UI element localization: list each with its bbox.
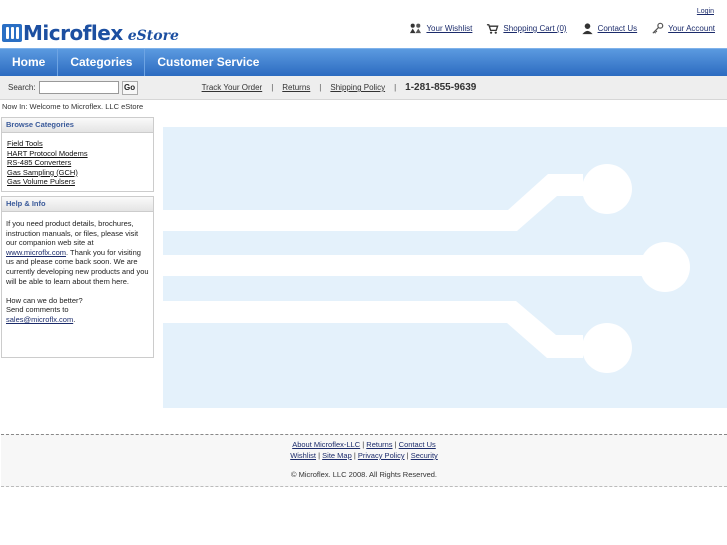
browse-categories-box: Browse Categories Field Tools HART Proto… xyxy=(1,117,154,192)
your-account-link[interactable]: Your Account xyxy=(651,22,715,35)
sales-email-link[interactable]: sales@microflx.com xyxy=(6,315,73,324)
footer-privacy-link[interactable]: Privacy Policy xyxy=(358,451,405,460)
category-link-gas-sampling[interactable]: Gas Sampling (GCH) xyxy=(7,168,78,177)
separator: | xyxy=(319,83,322,92)
category-link-rs485[interactable]: RS-485 Converters xyxy=(7,158,71,167)
shipping-policy-link[interactable]: Shipping Policy xyxy=(330,83,385,92)
browse-categories-title: Browse Categories xyxy=(2,118,153,133)
circuit-pad-bottom xyxy=(582,323,632,373)
nav-customer-service[interactable]: Customer Service xyxy=(145,49,271,77)
footer-contact-link[interactable]: Contact Us xyxy=(399,440,436,449)
list-item: Gas Sampling (GCH) xyxy=(7,168,148,178)
copyright: © Microflex. LLC 2008. All Rights Reserv… xyxy=(290,470,437,479)
login-link[interactable]: Login xyxy=(697,8,714,15)
circuit-trace-top xyxy=(163,174,583,231)
wishlist-link[interactable]: Your Wishlist xyxy=(409,22,472,35)
feedback-paragraph: How can we do better? Send comments to s… xyxy=(6,296,149,325)
account-links: Your Wishlist Shopping Cart (0) Contact … xyxy=(409,22,715,35)
footer-security-link[interactable]: Security xyxy=(411,451,438,460)
footer-about-link[interactable]: About Microflex-LLC xyxy=(292,440,360,449)
user-icon xyxy=(581,23,593,35)
footer-wishlist-link[interactable]: Wishlist xyxy=(290,451,316,460)
search-bar: Search: Go Track Your Order | Returns | … xyxy=(0,76,727,100)
nav-categories[interactable]: Categories xyxy=(58,49,146,77)
separator: | xyxy=(271,83,274,92)
search-go-button[interactable]: Go xyxy=(121,80,138,95)
footer-returns-link[interactable]: Returns xyxy=(366,440,392,449)
circuit-trace-graphic xyxy=(163,164,690,373)
help-info-title: Help & Info xyxy=(2,197,153,212)
category-link-gas-pulsers[interactable]: Gas Volume Pulsers xyxy=(7,177,75,186)
quick-links: Track Your Order | Returns | Shipping Po… xyxy=(202,82,477,93)
category-link-field-tools[interactable]: Field Tools xyxy=(7,139,43,148)
cart-icon xyxy=(487,24,499,34)
feedback-prompt: Send comments to xyxy=(6,305,69,315)
companion-site-link[interactable]: www.microflx.com xyxy=(6,248,66,257)
key-icon xyxy=(652,22,664,34)
logo-mark-icon xyxy=(2,24,22,42)
footer-sitemap-link[interactable]: Site Map xyxy=(322,451,352,460)
shopping-cart-link[interactable]: Shopping Cart (0) xyxy=(486,22,567,35)
help-text-intro: If you need product details, brochures, … xyxy=(6,219,139,248)
contact-us-label[interactable]: Contact Us xyxy=(598,24,638,33)
list-item: RS-485 Converters xyxy=(7,158,148,168)
logo-subtitle: eStore xyxy=(127,28,179,44)
logo-text: Microflex xyxy=(23,21,123,45)
separator: | xyxy=(394,83,397,92)
circuit-pad-top xyxy=(582,164,632,214)
page-footer: About Microflex-LLC | Returns | Contact … xyxy=(1,434,727,487)
help-info-box: Help & Info If you need product details,… xyxy=(1,196,154,358)
main-navigation: Home Categories Customer Service xyxy=(0,48,727,77)
list-item: Field Tools xyxy=(7,139,148,149)
feedback-end: . xyxy=(73,314,76,324)
track-order-link[interactable]: Track Your Order xyxy=(202,83,263,92)
list-item: HART Protocol Modems xyxy=(7,149,148,159)
help-paragraph: If you need product details, brochures, … xyxy=(6,219,149,286)
list-item: Gas Volume Pulsers xyxy=(7,177,148,187)
hero-banner xyxy=(163,127,727,408)
wishlist-label[interactable]: Your Wishlist xyxy=(426,24,472,33)
circuit-pad-middle xyxy=(640,242,690,292)
circuit-trace-middle xyxy=(163,255,643,276)
returns-link[interactable]: Returns xyxy=(282,83,310,92)
feedback-question: How can we do better? xyxy=(6,295,83,305)
breadcrumb: Now In: Welcome to Microflex. LLC eStore xyxy=(2,102,144,111)
people-icon xyxy=(410,23,422,34)
footer-links-row1: About Microflex-LLC | Returns | Contact … xyxy=(292,440,436,449)
circuit-trace-bottom xyxy=(163,301,583,358)
search-input[interactable] xyxy=(38,81,119,94)
search-label: Search: xyxy=(8,83,36,92)
shopping-cart-label[interactable]: Shopping Cart (0) xyxy=(503,24,566,33)
phone-number: 1-281-855-9639 xyxy=(405,82,477,93)
your-account-label[interactable]: Your Account xyxy=(668,24,715,33)
category-list: Field Tools HART Protocol Modems RS-485 … xyxy=(2,133,153,192)
microflex-logo[interactable]: Microflex eStore xyxy=(2,20,179,46)
nav-home[interactable]: Home xyxy=(0,49,59,77)
footer-links-row2: Wishlist | Site Map | Privacy Policy | S… xyxy=(290,451,438,460)
category-link-hart-modems[interactable]: HART Protocol Modems xyxy=(7,149,88,158)
help-info-text: If you need product details, brochures, … xyxy=(2,212,153,330)
contact-us-link[interactable]: Contact Us xyxy=(581,22,638,35)
